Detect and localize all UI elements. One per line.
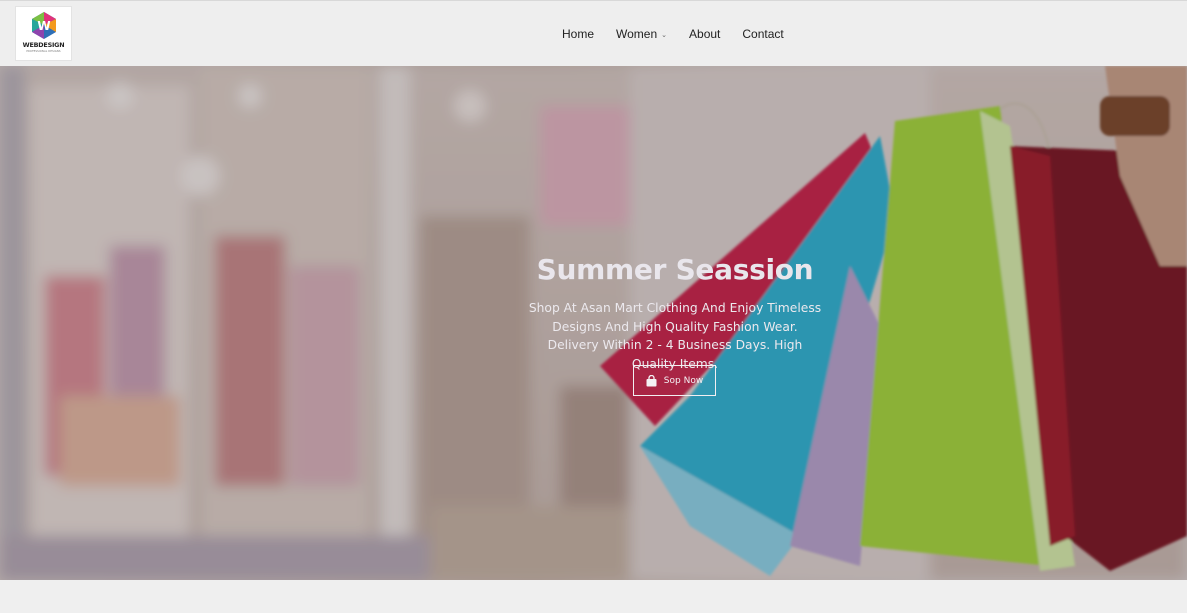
logo-wordmark: WEBDESIGN [22, 41, 65, 49]
nav-item-women[interactable]: Women ⌄ [616, 27, 667, 41]
content-area [0, 580, 1187, 613]
nav-item-about[interactable]: About [689, 27, 720, 41]
shop-now-label: Sop Now [663, 375, 704, 386]
nav-item-label: Contact [742, 27, 784, 41]
nav-item-label: Home [562, 27, 595, 41]
hero-description: Shop At Asan Mart Clothing And Enjoy Tim… [528, 301, 822, 371]
nav-item-label: Women [616, 27, 658, 41]
svg-text:W: W [37, 19, 50, 33]
site-logo[interactable]: W WEBDESIGN PROFESSIONAL DESIGNS [15, 6, 72, 61]
webdesign-logo-icon: W [31, 12, 56, 39]
site-header: W WEBDESIGN PROFESSIONAL DESIGNS Home Wo… [0, 0, 1187, 66]
nav-item-contact[interactable]: Contact [742, 27, 783, 41]
nav-item-label: About [689, 27, 721, 41]
hero-banner: Summer Seassion Shop At Asan Mart Clothi… [0, 66, 1187, 580]
chevron-down-icon: ⌄ [661, 31, 668, 39]
hero-title: Summer Seassion [536, 253, 814, 286]
main-nav: Home Women ⌄ About Contact [552, 1, 796, 67]
page: W WEBDESIGN PROFESSIONAL DESIGNS Home Wo… [0, 0, 1187, 613]
shop-now-button[interactable]: Sop Now [633, 365, 716, 396]
nav-item-home[interactable]: Home [562, 27, 594, 41]
shopping-bag-icon [646, 374, 657, 386]
logo-tagline: PROFESSIONAL DESIGNS [26, 50, 61, 53]
